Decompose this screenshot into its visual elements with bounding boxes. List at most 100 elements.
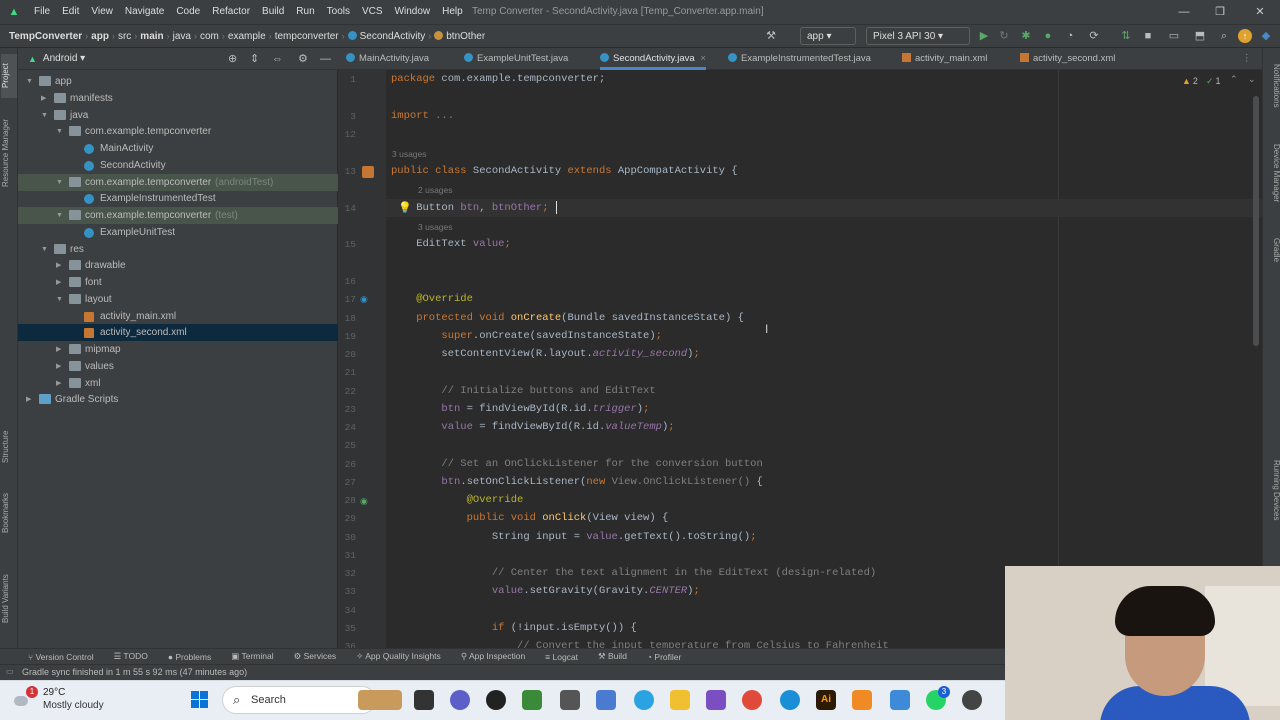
search-icon[interactable]: ⌕ <box>1216 27 1232 45</box>
ok-icon[interactable]: ✓ 1 <box>1206 76 1221 87</box>
menu-build[interactable]: Build <box>256 0 290 24</box>
next-highlight-icon[interactable]: ⌄ <box>1248 74 1256 85</box>
tab-main-activity[interactable]: MainActivity.java <box>346 48 429 70</box>
services-tool[interactable]: ⚙ Services <box>294 651 337 662</box>
code-line[interactable]: import ... <box>391 110 454 122</box>
weather-temp[interactable]: 29°C <box>43 687 65 698</box>
code-line[interactable]: if (!input.isEmpty()) { <box>391 622 637 634</box>
device-manager-tool-tab[interactable]: Device Manager <box>1265 144 1280 220</box>
menu-edit[interactable]: Edit <box>56 0 85 24</box>
build-tool[interactable]: ⚒ Build <box>598 651 627 662</box>
status-expand-icon[interactable]: ▭ <box>6 667 14 676</box>
breadcrumb-field[interactable]: btnOther <box>431 30 488 42</box>
tab-activity-second-xml[interactable]: activity_second.xml <box>1020 48 1115 70</box>
tree-item[interactable]: ▼ java <box>18 107 338 124</box>
run-icon[interactable]: ▶ <box>976 27 992 45</box>
code-line[interactable]: protected void onCreate(Bundle savedInst… <box>391 312 744 324</box>
sync-gradle-icon[interactable]: ⇅ <box>1118 27 1134 45</box>
profile-icon[interactable]: ◔ <box>1062 27 1078 45</box>
tree-item[interactable]: ▼ com.example.tempconverter <box>18 123 338 140</box>
version-control-tool[interactable]: ⑂ Version Control <box>28 652 94 662</box>
tree-item[interactable]: ExampleInstrumentedTest <box>18 190 338 207</box>
status-message[interactable]: Gradle sync finished in 1 m 55 s 92 ms (… <box>22 667 247 677</box>
usages-hint[interactable]: 3 usages <box>392 149 427 159</box>
taskbar-search[interactable]: ⌕ Search <box>222 686 376 714</box>
chevron-right-icon[interactable]: ▶ <box>56 257 61 274</box>
warning-icon[interactable]: ▲ 2 <box>1182 76 1198 86</box>
code-line[interactable]: btn.setOnClickListener(new View.OnClickL… <box>391 476 762 488</box>
tree-item[interactable]: ▶ Gradle Scripts <box>18 391 338 408</box>
todo-tool[interactable]: ☰ TODO <box>114 651 148 662</box>
device-manager-icon[interactable]: ▭ <box>1166 27 1182 45</box>
sdk-manager-icon[interactable]: ⬒ <box>1192 27 1208 45</box>
breadcrumb-module[interactable]: app <box>88 31 112 42</box>
chevron-down-icon[interactable]: ▼ <box>56 291 63 308</box>
telegram-icon[interactable] <box>634 690 654 710</box>
breadcrumb-java[interactable]: java <box>170 31 194 42</box>
app-inspection-tool[interactable]: ⚲ App Inspection <box>461 651 525 662</box>
chevron-down-icon[interactable]: ▼ <box>26 73 33 90</box>
tab-example-instrumented-test[interactable]: ExampleInstrumentedTest.java <box>728 48 871 70</box>
weather-desc[interactable]: Mostly cloudy <box>43 700 104 711</box>
chevron-right-icon[interactable]: ▶ <box>56 274 61 291</box>
notifications-tool-tab[interactable]: Notifications <box>1265 64 1280 124</box>
code-line[interactable]: String input = value.getText().toString(… <box>391 531 757 543</box>
breadcrumb-example[interactable]: example <box>225 31 269 42</box>
illustrator-icon[interactable]: Ai <box>816 690 836 710</box>
structure-tool-tab[interactable]: Structure <box>1 424 17 470</box>
windows-start-icon[interactable] <box>190 690 210 710</box>
tree-item[interactable]: ▼ res <box>18 241 338 258</box>
inheritance-gutter-icon[interactable] <box>362 166 374 178</box>
dell-icon[interactable] <box>486 690 506 710</box>
office-icon[interactable] <box>522 690 542 710</box>
chevron-right-icon[interactable]: ▶ <box>41 90 46 107</box>
tree-item[interactable]: activity_second.xml <box>18 324 338 342</box>
tree-item[interactable]: ▼ com.example.tempconverter (test) <box>18 207 338 224</box>
maximize-icon[interactable]: ❐ <box>1202 0 1238 24</box>
hammer-icon[interactable]: ⚒ <box>760 27 782 45</box>
chrome-icon[interactable] <box>742 690 762 710</box>
tab-second-activity[interactable]: SecondActivity.java × <box>600 48 706 70</box>
problems-tool[interactable]: ● Problems <box>168 652 211 662</box>
logcat-tool[interactable]: ≡ Logcat <box>545 652 578 662</box>
device-select[interactable]: Pixel 3 API 30 ▾ <box>866 27 970 45</box>
code-line[interactable]: value.setGravity(Gravity.CENTER); <box>391 585 700 597</box>
bug-icon[interactable]: ● <box>1040 27 1056 45</box>
bookmarks-tool-tab[interactable]: Bookmarks <box>1 488 17 538</box>
usages-hint[interactable]: 3 usages <box>418 222 453 232</box>
close-icon[interactable]: ✕ <box>1242 0 1278 24</box>
chevron-down-icon[interactable]: ▼ <box>56 123 63 140</box>
tree-item[interactable]: ExampleUnitTest <box>18 224 338 241</box>
locate-icon[interactable]: ⊕ <box>228 52 237 65</box>
app-quality-insights-tool[interactable]: ✧ App Quality Insights <box>356 651 441 662</box>
menu-help[interactable]: Help <box>436 0 469 24</box>
resource-manager-tool-tab[interactable]: Resource Manager <box>1 108 17 198</box>
tree-item[interactable]: SecondActivity <box>18 157 338 174</box>
tab-overflow-icon[interactable]: ⋮ <box>1242 48 1252 70</box>
tree-item[interactable]: ▼ layout <box>18 291 338 308</box>
stop-icon[interactable]: ■ <box>1140 27 1156 45</box>
expand-all-icon[interactable]: ⇕ <box>250 52 259 65</box>
rerun-icon[interactable]: ↻ <box>996 27 1012 45</box>
code-line[interactable]: Button btn, btnOther; <box>391 202 548 214</box>
chevron-right-icon[interactable]: ▶ <box>26 391 31 408</box>
chevron-right-icon[interactable]: ▶ <box>56 375 61 392</box>
breadcrumb-class[interactable]: SecondActivity <box>345 30 429 42</box>
code-line[interactable]: // Set an OnClickListener for the conver… <box>391 458 762 470</box>
code-line[interactable]: value = findViewById(R.id.valueTemp); <box>391 421 674 433</box>
terminal-tool[interactable]: ▣ Terminal <box>231 651 273 662</box>
breadcrumb-src[interactable]: src <box>115 31 134 42</box>
android-studio-logo-icon[interactable]: ▲ <box>0 6 28 18</box>
chevron-down-icon[interactable]: ▼ <box>41 241 48 258</box>
camera-icon[interactable] <box>560 690 580 710</box>
minimize-icon[interactable]: — <box>1166 0 1202 24</box>
menu-file[interactable]: File <box>28 0 56 24</box>
code-line[interactable]: // Initialize buttons and EditText <box>391 385 655 397</box>
chevron-down-icon[interactable]: ▼ <box>56 174 63 191</box>
menu-code[interactable]: Code <box>170 0 206 24</box>
close-tab-icon[interactable]: × <box>700 53 706 64</box>
tree-item[interactable]: ▶ xml <box>18 375 338 392</box>
menu-window[interactable]: Window <box>389 0 437 24</box>
edge-icon[interactable] <box>780 690 800 710</box>
tree-item[interactable]: ▶ mipmap <box>18 341 338 358</box>
